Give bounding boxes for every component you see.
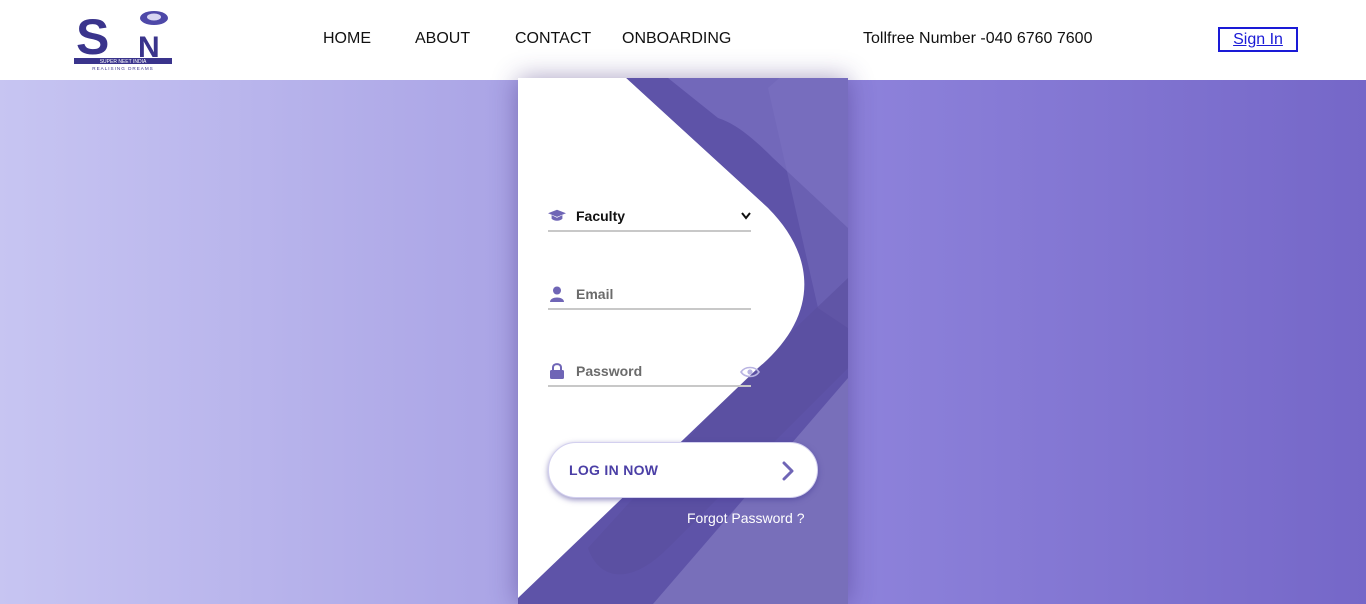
lock-icon	[548, 362, 566, 380]
chevron-down-icon[interactable]	[741, 207, 751, 225]
email-field[interactable]	[548, 280, 751, 310]
user-icon	[548, 285, 566, 303]
role-select-field[interactable]: Faculty	[548, 202, 751, 232]
signin-link[interactable]: Sign In	[1231, 30, 1285, 49]
chevron-right-icon	[782, 461, 794, 481]
super-neet-india-logo[interactable]: S N SUPER NEET INDIA REALISING DREAMS	[72, 8, 176, 72]
password-field[interactable]	[548, 357, 751, 387]
svg-text:S: S	[76, 9, 109, 65]
graduation-cap-icon	[548, 207, 566, 225]
login-button-label: LOG IN NOW	[569, 462, 659, 478]
nav-contact[interactable]: CONTACT	[515, 30, 591, 48]
password-input[interactable]	[576, 363, 736, 379]
forgot-password-link[interactable]: Forgot Password ?	[687, 510, 805, 526]
nav-onboarding[interactable]: ONBOARDING	[622, 30, 731, 48]
top-header: S N SUPER NEET INDIA REALISING DREAMS HO…	[0, 0, 1366, 80]
nav-home[interactable]: HOME	[323, 30, 371, 48]
login-button[interactable]: LOG IN NOW	[548, 442, 818, 498]
tollfree-number: Tollfree Number -040 6760 7600	[863, 30, 1093, 47]
nav-about[interactable]: ABOUT	[415, 30, 470, 48]
signin-box[interactable]: Sign In	[1218, 27, 1298, 52]
logo-tagline: SUPER NEET INDIA	[100, 59, 147, 65]
email-input[interactable]	[576, 286, 736, 302]
eye-icon[interactable]	[740, 365, 760, 379]
role-select-value[interactable]: Faculty	[576, 208, 625, 224]
login-card: Faculty LOG IN NOW	[518, 78, 848, 604]
logo-subtagline: REALISING DREAMS	[92, 66, 153, 71]
